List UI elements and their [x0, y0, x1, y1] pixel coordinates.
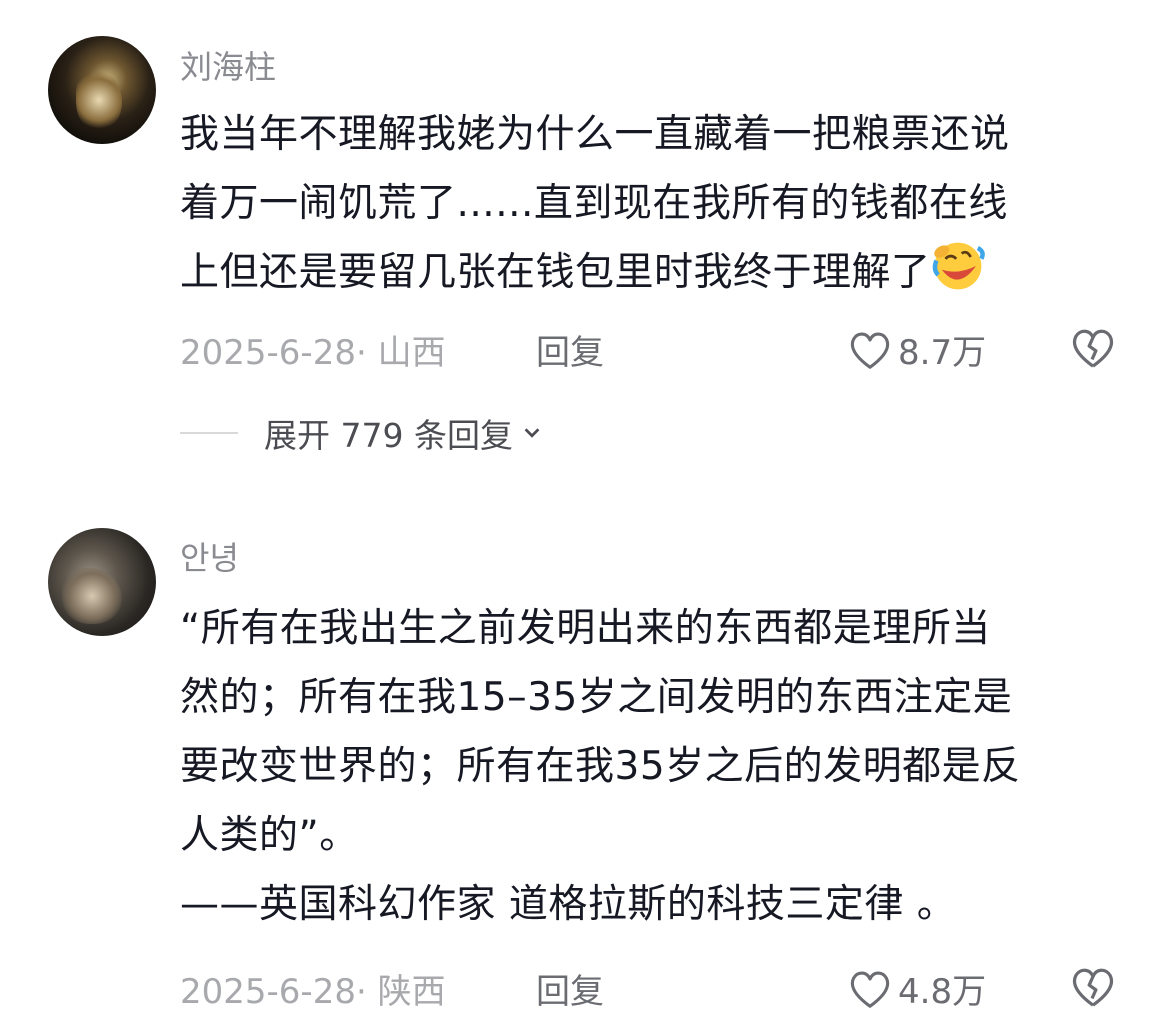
comment-meta: 2025-6-28· 陕西 回复 4.8万	[180, 964, 1130, 1012]
comment-meta: 2025-6-28· 山西 回复 8.7万	[180, 325, 1130, 373]
comment-line: 然的；所有在我15–35岁之间发明的东西注定是	[180, 675, 1013, 720]
heart-icon	[850, 332, 890, 369]
username[interactable]: 刘海柱	[180, 42, 276, 88]
expand-replies-button[interactable]: 展开 779 条回复	[180, 410, 543, 456]
dislike-button[interactable]	[1070, 327, 1116, 378]
comment-date-location: 2025-6-28· 陕西	[180, 972, 446, 1012]
reply-button[interactable]: 回复	[536, 964, 604, 1013]
comment-line: “所有在我出生之前发明出来的东西都是理所当	[180, 606, 991, 651]
comment-line: 着万一闹饥荒了......直到现在我所有的钱都在线	[180, 181, 1008, 226]
comment-line: ——英国科幻作家 道格拉斯的科技三定律 。	[180, 882, 957, 927]
comment-text: 我当年不理解我姥为什么一直藏着一把粮票还说 着万一闹饥荒了......直到现在我…	[180, 100, 1120, 307]
like-count: 8.7万	[898, 333, 987, 373]
comment-line: 人类的”。	[180, 813, 359, 858]
chevron-down-icon	[524, 428, 540, 438]
reply-button[interactable]: 回复	[536, 325, 604, 374]
avatar[interactable]	[48, 528, 156, 636]
avatar[interactable]	[48, 36, 156, 144]
expand-replies-label: 展开 779 条回复	[264, 416, 513, 455]
broken-heart-icon	[1072, 329, 1114, 368]
username[interactable]: 안녕	[180, 533, 239, 579]
broken-heart-icon	[1072, 968, 1114, 1007]
dislike-button[interactable]	[1070, 966, 1116, 1017]
like-count: 4.8万	[898, 972, 987, 1012]
comment-line: 我当年不理解我姥为什么一直藏着一把粮票还说	[180, 112, 1010, 157]
comment-line-last: 上但还是要留几张在钱包里时我终于理解了	[180, 238, 1120, 307]
comment-date-location: 2025-6-28· 山西	[180, 333, 446, 373]
divider	[180, 432, 238, 434]
comment-text: “所有在我出生之前发明出来的东西都是理所当 然的；所有在我15–35岁之间发明的…	[180, 594, 1120, 939]
like-button[interactable]: 4.8万	[848, 964, 986, 1013]
like-button[interactable]: 8.7万	[848, 325, 986, 374]
comment-line-text: 上但还是要留几张在钱包里时我终于理解了	[180, 250, 931, 295]
comment-line: 要改变世界的；所有在我35岁之后的发明都是反	[180, 744, 1021, 789]
heart-icon	[850, 971, 890, 1008]
rolling-laughing-emoji-icon	[932, 242, 985, 290]
